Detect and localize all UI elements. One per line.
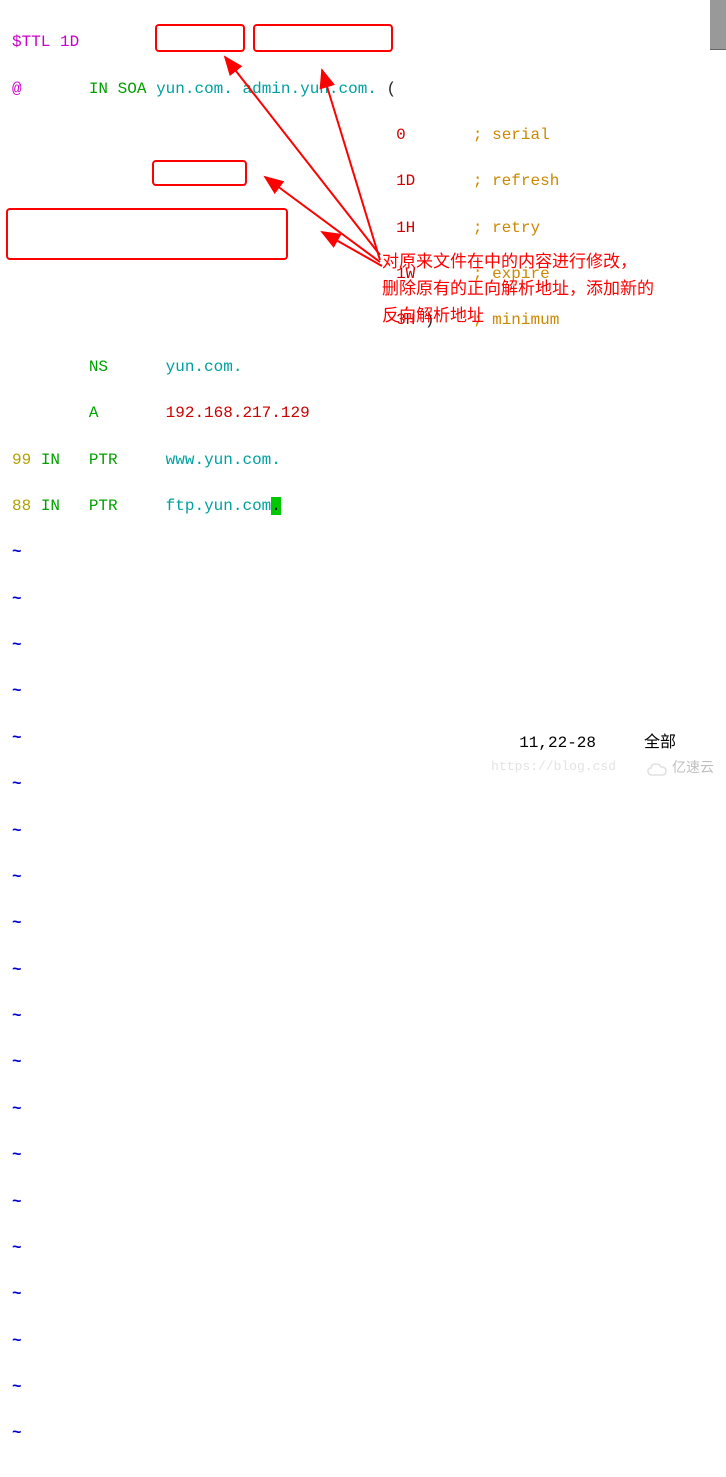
watermark-text: 亿速云 (672, 759, 714, 779)
retry-value: 1H (396, 219, 415, 237)
serial-value: 0 (396, 126, 406, 144)
empty-line-tilde: ~ (12, 1237, 714, 1260)
cloud-icon (646, 761, 668, 777)
annotation-line-1: 对原来文件在中的内容进行修改， (382, 248, 692, 275)
line-serial: 0 ; serial (12, 124, 714, 147)
refresh-value: 1D (396, 172, 415, 190)
empty-line-tilde: ~ (12, 680, 714, 703)
a-type: A (89, 404, 99, 422)
in-class: IN (89, 80, 108, 98)
ns-value: yun.com. (166, 358, 243, 376)
refresh-comment: ; refresh (473, 172, 559, 190)
empty-line-tilde: ~ (12, 1191, 714, 1214)
line-soa: @ IN SOA yun.com. admin.yun.com. ( (12, 78, 714, 101)
scrollbar-thumb[interactable] (710, 0, 726, 50)
empty-line-tilde: ~ (12, 866, 714, 889)
line-ns: NS yun.com. (12, 356, 714, 379)
empty-line-tilde: ~ (12, 727, 714, 750)
rec99-ptr: PTR (89, 451, 118, 469)
annotation-text: 对原来文件在中的内容进行修改， 删除原有的正向解析地址，添加新的 反向解析地址 (382, 248, 692, 330)
watermark-url: https://blog.csd (491, 758, 616, 777)
empty-line-tilde: ~ (12, 959, 714, 982)
empty-line-tilde: ~ (12, 820, 714, 843)
soa-type: SOA (118, 80, 147, 98)
rec88-ptr: PTR (89, 497, 118, 515)
empty-line-tilde: ~ (12, 588, 714, 611)
soa-rname: admin.yun.com. (242, 80, 376, 98)
rec88-in: IN (41, 497, 60, 515)
rec99-num: 99 (12, 451, 31, 469)
rec99-in: IN (41, 451, 60, 469)
origin-symbol: @ (12, 80, 22, 98)
a-value: 192.168.217.129 (166, 404, 310, 422)
rec99-value: www.yun.com. (166, 451, 281, 469)
watermark-brand: 亿速云 (646, 759, 714, 779)
ns-type: NS (89, 358, 108, 376)
line-ptr-99: 99 IN PTR www.yun.com. (12, 449, 714, 472)
line-ttl: $TTL 1D (12, 31, 714, 54)
retry-comment: ; retry (473, 219, 540, 237)
rec88-num: 88 (12, 497, 31, 515)
line-a: A 192.168.217.129 (12, 402, 714, 425)
empty-line-tilde: ~ (12, 1144, 714, 1167)
soa-mname: yun.com. (156, 80, 233, 98)
line-retry: 1H ; retry (12, 217, 714, 240)
empty-line-tilde: ~ (12, 1005, 714, 1028)
ttl-value: 1D (60, 33, 79, 51)
rec88-value-part: ftp.yun.com (166, 497, 272, 515)
serial-comment: ; serial (473, 126, 550, 144)
empty-line-tilde: ~ (12, 912, 714, 935)
annotation-line-2: 删除原有的正向解析地址，添加新的 (382, 275, 692, 302)
status-position: 11,22-28 (519, 732, 596, 755)
empty-line-tilde: ~ (12, 634, 714, 657)
empty-line-tilde: ~ (12, 1422, 714, 1445)
line-refresh: 1D ; refresh (12, 170, 714, 193)
cursor: . (271, 497, 281, 515)
annotation-line-3: 反向解析地址 (382, 302, 692, 329)
empty-line-tilde: ~ (12, 541, 714, 564)
empty-line-tilde: ~ (12, 1330, 714, 1353)
empty-line-tilde: ~ (12, 1098, 714, 1121)
line-ptr-88: 88 IN PTR ftp.yun.com. (12, 495, 714, 518)
paren-open: ( (387, 80, 397, 98)
empty-line-tilde: ~ (12, 1051, 714, 1074)
empty-line-tilde: ~ (12, 1283, 714, 1306)
ttl-directive: $TTL (12, 33, 50, 51)
editor-area[interactable]: $TTL 1D @ IN SOA yun.com. admin.yun.com.… (0, 0, 726, 1477)
empty-line-tilde: ~ (12, 1376, 714, 1399)
status-mode: 全部 (644, 732, 676, 755)
